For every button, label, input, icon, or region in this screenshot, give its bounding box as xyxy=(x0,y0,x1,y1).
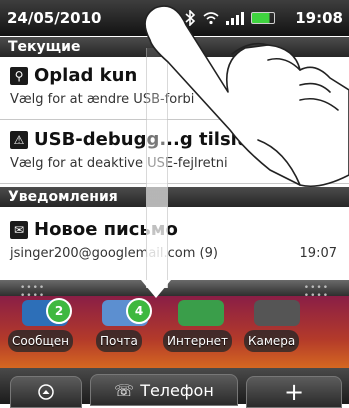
app-label-camera[interactable]: Камера xyxy=(244,330,300,352)
phone-label: Телефон xyxy=(140,380,214,400)
messages-badge: 2 xyxy=(46,298,72,324)
phone-icon: ☏ xyxy=(114,380,135,400)
notification-time: 19:07 xyxy=(299,246,337,261)
hand-gesture-icon xyxy=(144,5,349,188)
all-apps-button[interactable] xyxy=(10,376,82,408)
internet-app-icon[interactable] xyxy=(178,300,224,326)
notification-subtitle: jsinger200@googlemail.com (9) xyxy=(10,246,218,261)
up-arrow-icon xyxy=(38,384,54,400)
notification-drawer-handle[interactable]: •••• •••• •••• •••• xyxy=(0,280,349,301)
phone-button[interactable]: ☏ Телефон xyxy=(90,374,238,406)
add-button[interactable]: + xyxy=(246,376,342,408)
app-label-messages[interactable]: Сообщен xyxy=(8,330,73,352)
app-label-internet[interactable]: Интернет xyxy=(163,330,233,352)
swipe-arrow-head xyxy=(141,280,171,298)
mail-icon: ✉ xyxy=(10,220,28,239)
mail-badge: 4 xyxy=(126,298,152,324)
notification-item-new-mail[interactable]: ✉ Новое письмо jsinger200@googlemail.com… xyxy=(0,207,349,280)
app-label-mail[interactable]: Почта xyxy=(96,330,142,352)
camera-app-icon[interactable] xyxy=(254,300,300,326)
